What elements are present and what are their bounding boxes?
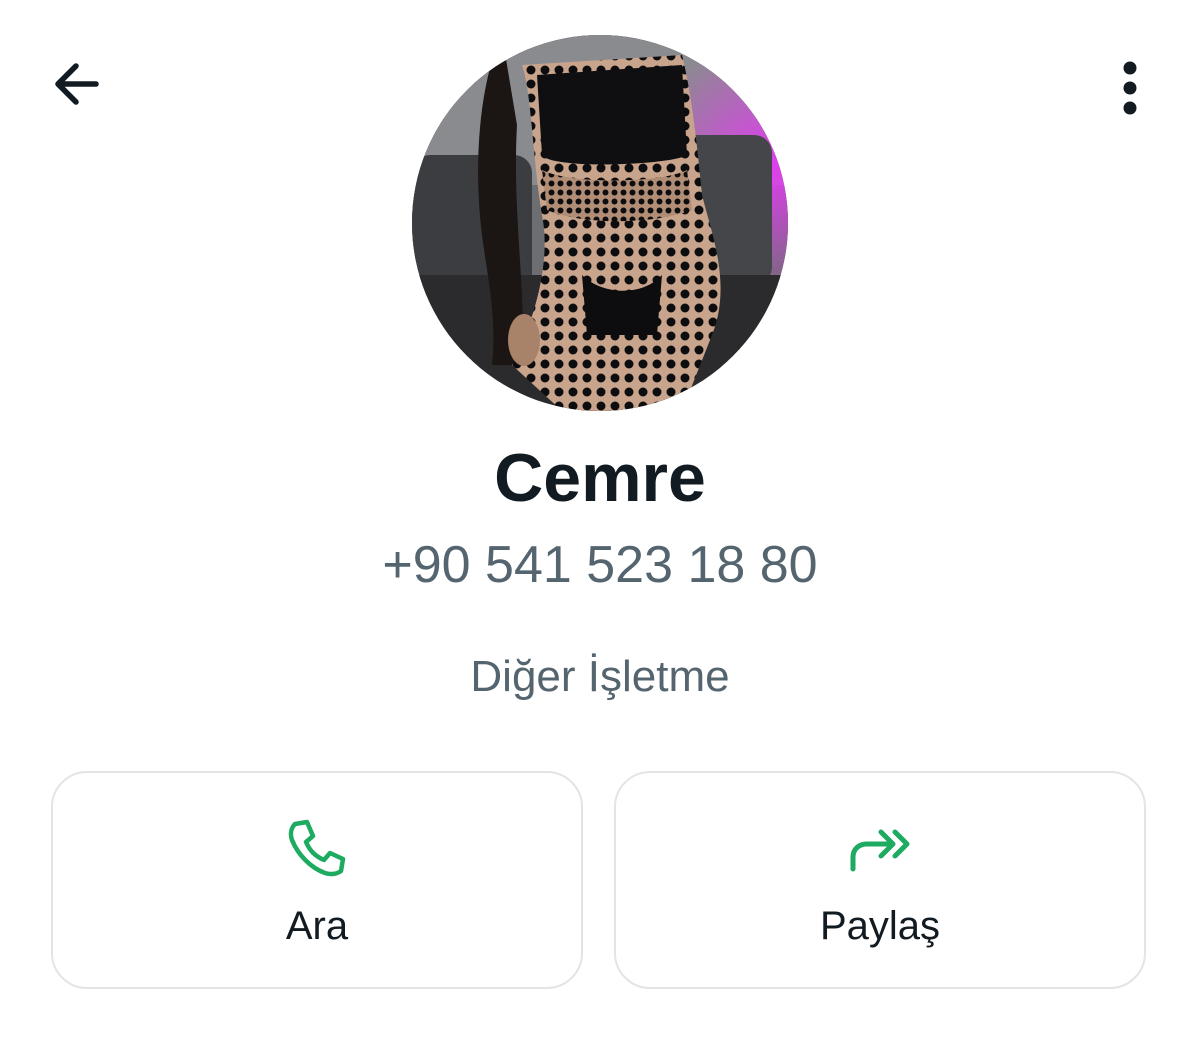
profile-photo[interactable] — [412, 35, 788, 411]
share-label: Paylaş — [819, 904, 941, 948]
call-button[interactable]: Ara — [51, 771, 583, 989]
contact-name: Cemre — [494, 440, 706, 516]
business-category: Diğer İşletme — [470, 652, 730, 701]
more-vertical-icon — [1123, 61, 1137, 115]
back-button[interactable] — [40, 52, 112, 116]
share-button[interactable]: Paylaş — [614, 771, 1146, 989]
phone-icon — [53, 813, 581, 883]
forward-icon — [616, 813, 1144, 883]
call-label: Ara — [285, 904, 349, 948]
contact-phone-number: +90 541 523 18 80 — [382, 536, 818, 594]
profile-photo-image — [412, 35, 788, 411]
arrow-left-icon — [55, 63, 99, 105]
contact-info-screen: Cemre +90 541 523 18 80 Diğer İşletme Ar… — [0, 0, 1200, 1048]
more-options-button[interactable] — [1100, 52, 1160, 124]
